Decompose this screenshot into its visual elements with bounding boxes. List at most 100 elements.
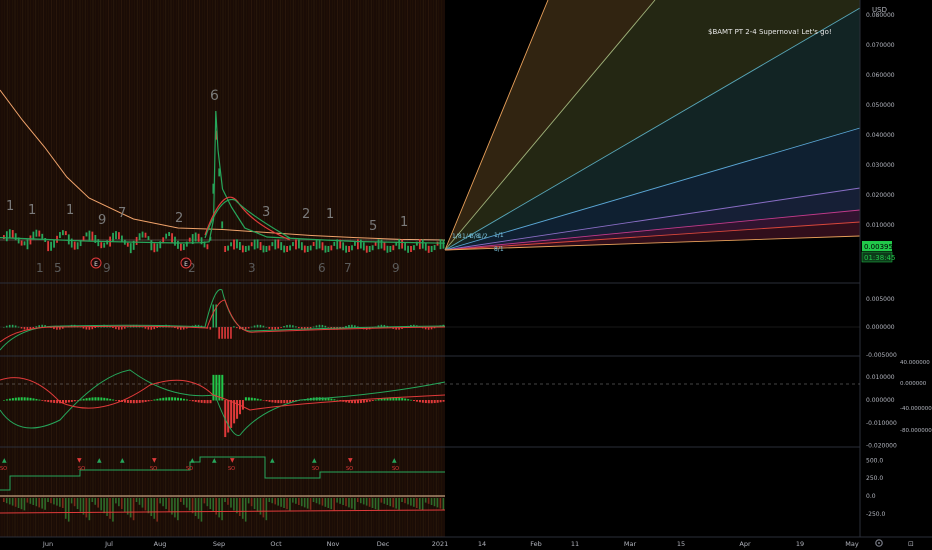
osc2-bar	[374, 399, 377, 401]
candle-up	[103, 242, 106, 248]
osc1-bar	[298, 327, 300, 329]
osc2-bar	[427, 400, 430, 404]
osc2-bar	[250, 397, 253, 401]
osc3-bar	[354, 498, 356, 510]
osc3-bar	[17, 498, 20, 508]
count-marker-bottom: 1	[36, 261, 44, 275]
osc1-bar	[23, 327, 26, 330]
candle-up	[298, 239, 300, 249]
osc3-bar	[109, 498, 111, 519]
osc3-bar	[224, 498, 226, 502]
candle-down	[224, 246, 227, 252]
candle-down	[410, 246, 412, 252]
fib-label: 8/1	[494, 246, 504, 253]
candle-up	[362, 242, 365, 251]
osc2-bar	[150, 400, 153, 401]
osc1-bar	[150, 327, 153, 330]
signal-arrow: ▲	[120, 457, 125, 464]
osc2-bar	[241, 400, 244, 410]
osc2-bar	[433, 400, 436, 404]
osc2-bar	[17, 397, 20, 401]
candle-up	[315, 239, 318, 250]
osc2-bar	[44, 400, 47, 402]
osc3-bar	[200, 498, 203, 522]
osc2-bar	[236, 400, 239, 419]
candle-up	[239, 241, 241, 250]
candle-up	[398, 239, 401, 250]
osc3-bar	[191, 498, 194, 514]
osc3-bar	[59, 498, 61, 507]
osc1-bar	[118, 327, 120, 330]
osc2-bar	[132, 400, 135, 404]
candle-down	[392, 245, 395, 251]
count-marker-bottom: 9	[392, 261, 400, 275]
osc3-bar	[244, 498, 247, 522]
osc2-bar	[265, 400, 268, 402]
osc3-bar	[76, 498, 79, 509]
osc3-bar	[339, 498, 341, 504]
osc3-bar	[67, 498, 70, 522]
candle-up	[442, 239, 445, 249]
osc1-bar	[233, 326, 235, 328]
candle-down	[29, 235, 32, 245]
osc1-bar	[286, 325, 288, 328]
candle-up	[85, 232, 88, 237]
candle-down	[383, 242, 386, 251]
osc2-bar	[138, 400, 141, 403]
osc1-bar	[351, 324, 353, 328]
candle-down	[357, 239, 359, 250]
osc2-bar	[421, 400, 424, 403]
osc3-bar	[203, 498, 206, 504]
osc3-bar	[295, 498, 297, 504]
candle-down	[206, 244, 209, 250]
osc2-bar	[3, 400, 5, 401]
osc2-bar	[94, 397, 97, 401]
candle-up	[318, 239, 321, 249]
osc3-bar	[121, 498, 123, 509]
osc3-bar	[442, 498, 445, 510]
signal-arrow: ▲	[270, 457, 275, 464]
osc1-bar	[123, 327, 126, 329]
candle-up	[121, 235, 123, 242]
chart-canvas[interactable]: 1 1 19 7 263 2 15 11 5 9 2 3 6 7 9E E 1/8 1/43/81/2 1/18/…	[0, 0, 932, 550]
osc2-bar	[129, 400, 132, 404]
osc3-bar	[289, 498, 291, 511]
count-marker-bottom: 5	[54, 261, 62, 275]
osc2-bar	[253, 398, 256, 401]
osc3-bar	[286, 498, 288, 510]
osc2-bar	[156, 398, 159, 401]
osc2-bar	[430, 400, 433, 404]
time-tick: 15	[677, 540, 685, 548]
osc3-bar	[185, 498, 188, 508]
osc2-bar	[147, 400, 150, 402]
osc1-bar	[318, 324, 321, 328]
fib-label: 1/1	[494, 232, 504, 239]
osc2-bar	[144, 400, 147, 402]
osc3-bar	[106, 498, 108, 516]
osc3-bar	[147, 498, 150, 514]
signal-arrow: ▲	[212, 457, 217, 464]
candles-icon[interactable]: ⊡	[908, 540, 914, 548]
osc3-bar	[342, 498, 344, 505]
candle-up	[67, 234, 70, 245]
signal-arrow: ▲	[97, 457, 102, 464]
candle-up	[274, 239, 277, 250]
osc2-secondary-tick: 40.000000	[900, 360, 930, 366]
count-marker-top: 1	[28, 203, 36, 218]
osc3-bar	[62, 498, 64, 508]
osc2-bar	[185, 399, 188, 401]
countdown-value: 01:38:45	[864, 254, 895, 262]
candle-up	[59, 232, 61, 239]
osc3-bar	[132, 498, 135, 521]
candle-up	[129, 243, 132, 254]
signal-label: SO	[346, 466, 353, 472]
osc1-bar	[209, 327, 212, 330]
osc2-bar	[180, 398, 182, 401]
candle-up	[354, 241, 356, 246]
signal-label: SO	[392, 466, 399, 472]
osc3-tick: 250.0	[866, 475, 883, 482]
chart-annotation[interactable]: $BAMT PT 2-4 Supernova! Let's go!	[708, 28, 832, 36]
candle-down	[286, 246, 288, 252]
time-tick: 19	[796, 540, 804, 548]
osc3-bar	[309, 498, 312, 510]
